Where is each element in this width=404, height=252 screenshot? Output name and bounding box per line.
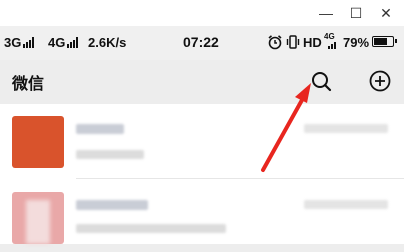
signal-icon [328, 42, 336, 49]
chat-list [0, 104, 404, 244]
blurred-message-preview [76, 150, 144, 159]
signal-icon [67, 37, 79, 48]
blurred-contact-name [76, 124, 124, 134]
network-speed: 2.6K/s [88, 35, 127, 50]
minimize-button[interactable]: — [316, 3, 336, 23]
add-icon[interactable] [367, 68, 393, 94]
battery-icon [372, 36, 397, 47]
avatar [12, 192, 64, 244]
hd-badge: HD [303, 35, 322, 50]
clock: 07:22 [183, 34, 219, 50]
window-title-bar: — ☐ ✕ [0, 0, 404, 26]
blurred-timestamp [304, 200, 388, 209]
vibrate-icon [286, 35, 300, 49]
status-bar: 3G 4G 2.6K/s 07:22 HD 4G 79% [0, 26, 404, 60]
battery-fill [374, 38, 387, 45]
blurred-message-preview [76, 224, 226, 233]
sim-network-badge: 4G [324, 32, 335, 41]
app-header: 微信 [0, 60, 404, 104]
chat-item[interactable] [0, 180, 404, 252]
blurred-contact-name [76, 200, 148, 210]
network-type-1: 3G [4, 35, 35, 50]
network-type-2: 4G [48, 35, 79, 50]
maximize-button[interactable]: ☐ [346, 3, 366, 23]
alarm-icon [268, 35, 282, 50]
divider [76, 178, 404, 179]
blurred-timestamp [304, 124, 388, 133]
chat-item[interactable] [0, 104, 404, 176]
signal-icon [23, 37, 35, 48]
search-icon[interactable] [308, 68, 334, 94]
battery-percent: 79% [343, 35, 370, 50]
close-button[interactable]: ✕ [376, 3, 396, 23]
page-title: 微信 [12, 74, 45, 93]
avatar [12, 116, 64, 168]
